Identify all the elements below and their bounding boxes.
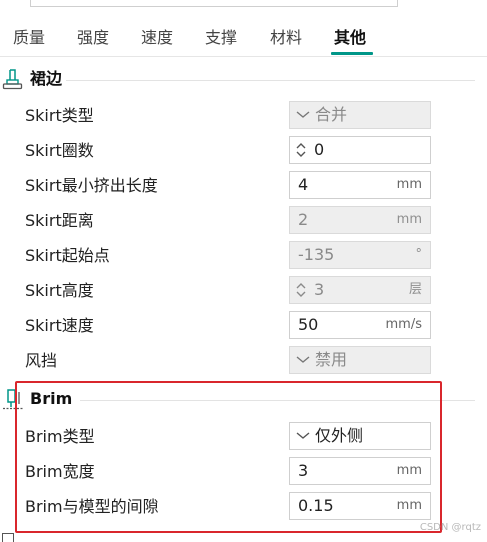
setting-label: Skirt圈数: [25, 141, 94, 160]
setting-row-skirt-height: Skirt高度 3 层: [0, 276, 487, 306]
setting-label: Skirt最小挤出长度: [25, 176, 158, 195]
skirt-icon: [2, 68, 24, 90]
setting-label: Skirt类型: [25, 106, 94, 125]
skirt-type-dropdown[interactable]: 合并: [289, 101, 431, 129]
section-divider: [66, 80, 475, 81]
skirt-distance-input[interactable]: 2 mm: [289, 206, 431, 234]
setting-value: 4: [298, 175, 309, 194]
setting-row-skirt-start-angle: Skirt起始点 -135 °: [0, 241, 487, 271]
watermark: CSDN @rqtz: [419, 522, 481, 533]
skirt-loops-spinbox[interactable]: 0: [289, 136, 431, 164]
setting-label: 风挡: [25, 351, 58, 370]
chevron-down-icon: [296, 111, 310, 118]
spinner-arrows-icon[interactable]: [295, 141, 307, 159]
setting-row-draft-shield: 风挡 禁用: [0, 346, 487, 376]
unit-label: mm: [396, 177, 422, 192]
setting-label: Skirt起始点: [25, 246, 110, 265]
setting-value: 2: [298, 210, 309, 229]
spinner-arrows-icon[interactable]: [295, 281, 307, 299]
skirt-start-angle-input[interactable]: -135 °: [289, 241, 431, 269]
setting-row-skirt-type: Skirt类型 合并: [0, 101, 487, 131]
setting-label: Skirt速度: [25, 316, 94, 335]
setting-value: 0: [314, 140, 325, 159]
section-header-skirt: 裙边: [0, 68, 487, 92]
top-input-box[interactable]: [30, 0, 398, 7]
section-title-skirt: 裙边: [30, 69, 63, 88]
tab-speed[interactable]: 速度: [141, 26, 173, 50]
setting-value: 3: [314, 280, 325, 299]
unit-label: mm: [396, 212, 422, 227]
tab-support[interactable]: 支撑: [205, 26, 237, 50]
skirt-height-spinbox[interactable]: 3 层: [289, 276, 431, 304]
highlight-annotation-box: [15, 381, 442, 533]
unit-label: mm/s: [385, 317, 422, 332]
setting-value: -135: [298, 245, 335, 264]
tab-others[interactable]: 其他: [334, 26, 366, 50]
active-tab-indicator: [331, 52, 373, 55]
tab-quality[interactable]: 质量: [13, 26, 45, 50]
setting-row-skirt-min-extrusion: Skirt最小挤出长度 4 mm: [0, 171, 487, 201]
setting-label: Skirt高度: [25, 281, 94, 300]
setting-value: 禁用: [315, 350, 348, 369]
unit-label: 层: [408, 282, 422, 297]
skirt-min-extrusion-input[interactable]: 4 mm: [289, 171, 431, 199]
tab-strength[interactable]: 强度: [77, 26, 109, 50]
setting-row-skirt-speed: Skirt速度 50 mm/s: [0, 311, 487, 341]
setting-value: 合并: [315, 105, 348, 124]
tab-material[interactable]: 材料: [270, 26, 302, 50]
next-section-header-partial: [0, 529, 487, 542]
setting-label: Skirt距离: [25, 211, 94, 230]
draft-shield-dropdown[interactable]: 禁用: [289, 346, 431, 374]
skirt-speed-input[interactable]: 50 mm/s: [289, 311, 431, 339]
setting-row-skirt-loops: Skirt圈数 0: [0, 136, 487, 166]
unit-label: °: [415, 247, 423, 262]
settings-tabs: 质量 强度 速度 支撑 材料 其他: [0, 26, 487, 56]
chevron-down-icon: [296, 356, 310, 363]
tabs-divider: [0, 56, 487, 57]
section-icon-partial: [2, 533, 14, 542]
setting-row-skirt-distance: Skirt距离 2 mm: [0, 206, 487, 236]
setting-value: 50: [298, 315, 319, 334]
